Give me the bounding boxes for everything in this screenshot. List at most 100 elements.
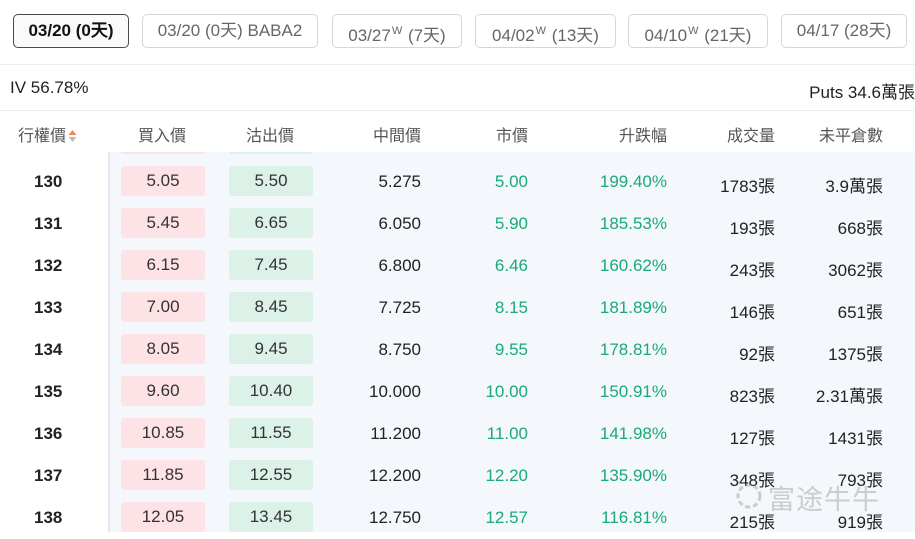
mid-price: 7.725 <box>378 298 421 317</box>
open-interest: 2.31萬張 <box>815 387 883 406</box>
strike: 130 <box>34 172 63 191</box>
change-percent: 178.81% <box>599 340 667 359</box>
ask-price: 13.45 <box>229 502 313 532</box>
change-percent: 150.91% <box>599 382 667 401</box>
weekly-marker: W <box>391 25 403 37</box>
tab-date: 04/02 <box>492 26 535 45</box>
watermark-text: 富途牛牛 <box>768 485 880 515</box>
column-last: 市價 <box>495 128 528 145</box>
tab-date: 04/10 <box>644 26 688 45</box>
volume: 127張 <box>729 429 775 448</box>
tab-date: 03/20 <box>157 21 201 40</box>
strike: 131 <box>34 214 63 233</box>
open-interest: 3062張 <box>828 261 883 280</box>
mid-price: 6.050 <box>378 214 421 233</box>
ask-price: 9.45 <box>229 334 313 364</box>
last-price: 6.46 <box>494 256 528 275</box>
futu-logo-icon <box>736 483 762 509</box>
tab-date: 03/27 <box>348 26 391 45</box>
mid-price: 12.750 <box>369 508 421 527</box>
ask-price: 6.65 <box>229 208 313 238</box>
table-row[interactable]: 135 9.60 10.40 10.000 10.00 150.91% 823張 2.31萬張 <box>0 371 915 413</box>
tab-days: (21天) <box>704 26 752 45</box>
change-percent: 116.81% <box>601 508 667 527</box>
puts-total: Puts 34.6萬張 <box>809 83 915 102</box>
table-row[interactable]: 133 7.00 8.45 7.725 8.15 181.89% 146張 651張 <box>0 287 915 329</box>
tab-days: (0天) <box>75 21 114 40</box>
open-interest: 1375張 <box>828 345 883 364</box>
strike: 132 <box>34 256 63 275</box>
bid-price: 11.85 <box>121 460 205 490</box>
column-ask: 沽出價 <box>246 128 295 145</box>
last-price: 5.90 <box>494 214 528 233</box>
mid-price: 5.275 <box>378 172 421 191</box>
ask-pill-stub <box>229 152 313 154</box>
sort-icon <box>68 130 77 142</box>
change-percent: 135.90% <box>599 466 667 485</box>
table-row[interactable]: 130 5.05 5.50 5.275 5.00 199.40% 1783張 3.9萬張 <box>0 161 915 203</box>
change-percent: 141.98% <box>599 424 667 443</box>
strike: 138 <box>34 508 63 527</box>
open-interest: 668張 <box>837 219 883 238</box>
volume: 243張 <box>729 261 775 280</box>
volume: 1783張 <box>720 177 775 196</box>
tab-date: 03/20 <box>28 21 72 40</box>
tab-0402[interactable]: 04/02W (13天) <box>475 14 616 48</box>
last-price: 10.00 <box>485 382 528 401</box>
tab-days: (0天) <box>204 21 243 40</box>
table-row[interactable]: 132 6.15 7.45 6.800 6.46 160.62% 243張 3062張 <box>0 245 915 287</box>
bid-price: 10.85 <box>121 418 205 448</box>
column-bid: 買入價 <box>138 128 187 145</box>
last-price: 5.00 <box>494 172 528 191</box>
mid-price: 8.750 <box>378 340 421 359</box>
tab-0320[interactable]: 03/20 (0天) <box>13 14 129 48</box>
mid-price: 10.000 <box>369 382 421 401</box>
column-open-interest: 未平倉數 <box>818 128 883 145</box>
bid-price: 5.05 <box>121 166 205 196</box>
expiry-tabs: 03/20 (0天) 03/20 (0天) BABA2 03/27W (7天) … <box>0 0 915 65</box>
ask-price: 7.45 <box>229 250 313 280</box>
last-price: 12.57 <box>485 508 528 527</box>
weekly-marker: W <box>688 25 699 37</box>
table-row[interactable]: 136 10.85 11.55 11.200 11.00 141.98% 127張 1431張 <box>0 413 915 455</box>
table-row[interactable]: 131 5.45 6.65 6.050 5.90 185.53% 193張 668張 <box>0 203 915 245</box>
change-percent: 181.89% <box>599 298 667 317</box>
mid-price: 11.200 <box>370 424 421 443</box>
volume: 146張 <box>729 303 775 322</box>
weekly-marker: W <box>535 25 546 37</box>
strike: 135 <box>34 382 63 401</box>
volume: 92張 <box>739 345 775 364</box>
column-strike-sort[interactable]: 行權價 <box>18 122 77 146</box>
last-price: 11.00 <box>486 424 528 443</box>
bid-price: 8.05 <box>121 334 205 364</box>
table-row[interactable]: 134 8.05 9.45 8.750 9.55 178.81% 92張 1375張 <box>0 329 915 371</box>
change-percent: 199.40% <box>599 172 667 191</box>
tab-0327[interactable]: 03/27W (7天) <box>332 14 462 48</box>
last-price: 9.55 <box>494 340 528 359</box>
column-volume: 成交量 <box>726 128 775 145</box>
column-mid: 中間價 <box>372 128 421 145</box>
tab-0417[interactable]: 04/17 (28天) <box>781 14 907 48</box>
tab-0410[interactable]: 04/10W (21天) <box>628 14 768 48</box>
column-strike: 行權價 <box>18 128 67 145</box>
ask-price: 8.45 <box>229 292 313 322</box>
strike: 134 <box>34 340 63 359</box>
tab-date: 04/17 <box>796 21 840 40</box>
tab-0320-baba2[interactable]: 03/20 (0天) BABA2 <box>142 14 318 48</box>
strike: 133 <box>34 298 63 317</box>
bid-price: 12.05 <box>121 502 205 532</box>
ask-price: 10.40 <box>229 376 313 406</box>
strike: 137 <box>34 466 63 485</box>
tab-days: (28天) <box>844 21 892 40</box>
implied-volatility: IV 56.78% <box>10 78 89 97</box>
tab-days: (7天) <box>407 26 446 45</box>
change-percent: 185.53% <box>599 214 667 233</box>
strike: 136 <box>34 424 63 443</box>
ask-price: 11.55 <box>229 418 313 448</box>
open-interest: 3.9萬張 <box>825 177 883 196</box>
bid-price: 7.00 <box>121 292 205 322</box>
ask-price: 12.55 <box>229 460 313 490</box>
mid-price: 12.200 <box>369 466 421 485</box>
bid-price: 5.45 <box>121 208 205 238</box>
ask-price: 5.50 <box>229 166 313 196</box>
